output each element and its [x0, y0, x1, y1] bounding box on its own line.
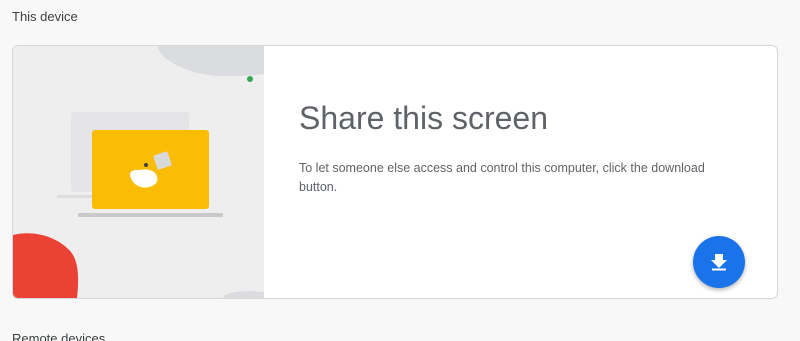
page: This device Share this screen To let som…: [0, 0, 800, 341]
grey-blob-shape: [158, 46, 264, 77]
laptop-illustration: [13, 46, 264, 298]
card-description: To let someone else access and control t…: [299, 161, 705, 194]
share-screen-card: Share this screen To let someone else ac…: [12, 45, 778, 299]
illustration-graphic: [13, 46, 264, 298]
front-laptop-base-shape: [78, 213, 223, 217]
small-dot-shape: [144, 163, 148, 167]
front-laptop-screen-shape: [92, 130, 209, 209]
grey-blob-bottom-shape: [223, 291, 264, 298]
card-content: Share this screen To let someone else ac…: [299, 98, 739, 197]
green-dot-shape: [247, 76, 253, 82]
card-title: Share this screen: [299, 100, 549, 136]
download-icon: [711, 254, 727, 271]
download-button[interactable]: [693, 236, 745, 288]
red-blob-shape: [13, 233, 79, 298]
section-heading-remote-devices: Remote devices: [12, 331, 106, 341]
section-heading-this-device: This device: [12, 9, 78, 24]
